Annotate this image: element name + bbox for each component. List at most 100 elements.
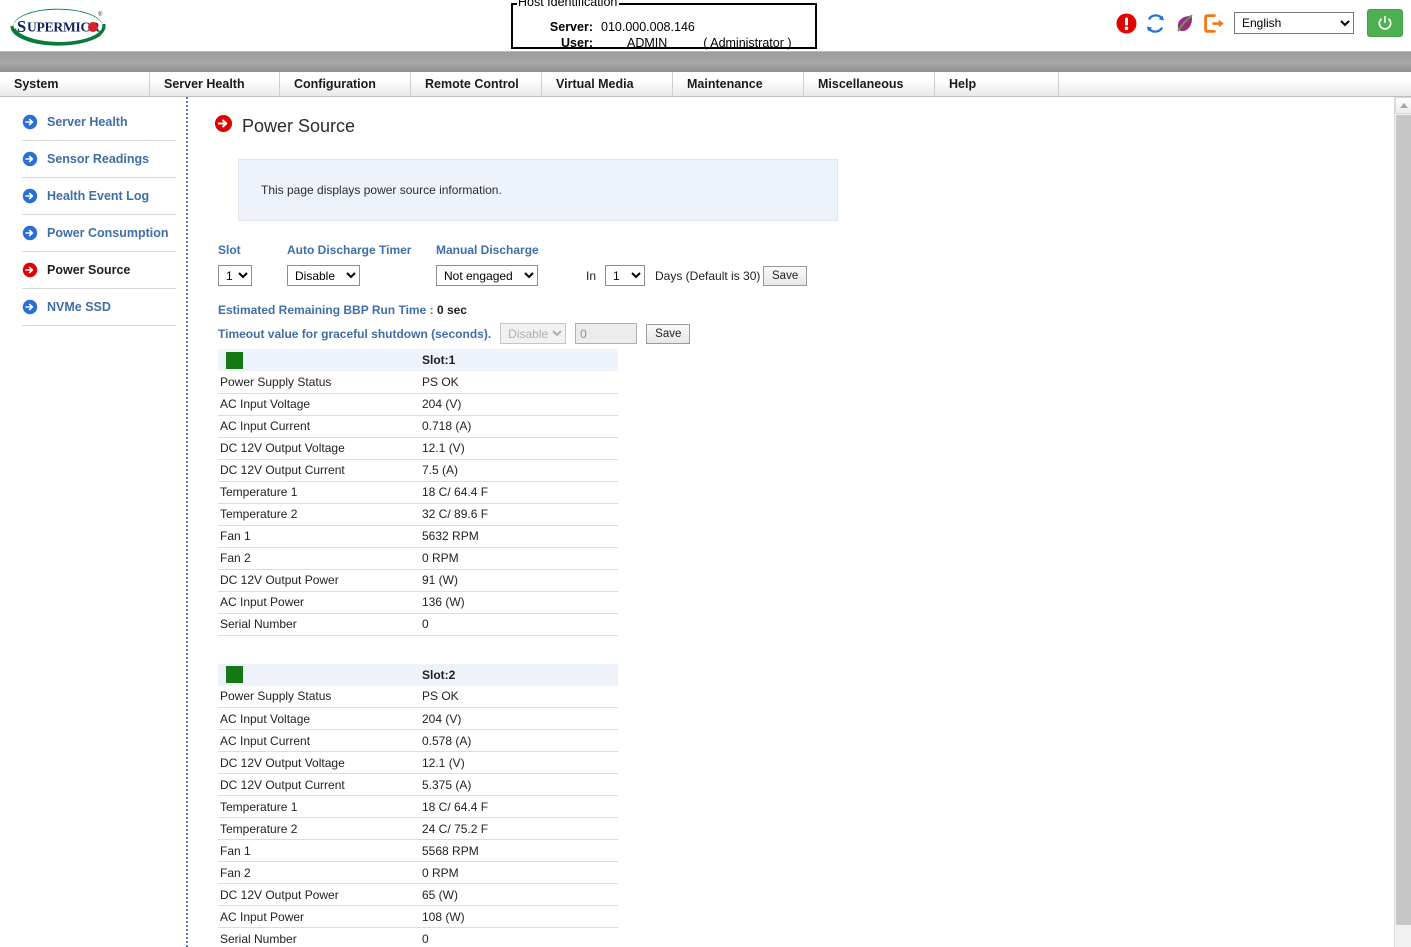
bbp-timeout-value-input[interactable] bbox=[575, 323, 638, 344]
row-value: 65 (W) bbox=[420, 883, 618, 906]
main-menu-bar: System Server Health Configuration Remot… bbox=[0, 72, 1411, 97]
row-value: 0 bbox=[420, 613, 618, 636]
slot-status-cell bbox=[218, 663, 420, 686]
row-key: Fan 2 bbox=[218, 861, 420, 884]
slot-status-cell bbox=[218, 349, 420, 371]
refresh-icon[interactable] bbox=[1144, 12, 1166, 34]
menu-item-maintenance[interactable]: Maintenance bbox=[673, 72, 804, 96]
row-key: Temperature 1 bbox=[218, 795, 420, 818]
row-value: 91 (W) bbox=[420, 569, 618, 592]
menu-item-help[interactable]: Help bbox=[935, 72, 1059, 96]
discharge-save-button[interactable]: Save bbox=[763, 266, 808, 286]
row-value: 0 bbox=[420, 927, 618, 947]
arrow-right-icon bbox=[22, 225, 38, 241]
status-indicator-green bbox=[226, 351, 243, 369]
sidebar-item-label: Health Event Log bbox=[47, 189, 150, 203]
slot-table-header-row: Slot:2 bbox=[218, 663, 618, 686]
menu-item-virtual-media[interactable]: Virtual Media bbox=[542, 72, 673, 96]
days-suffix-label: Days (Default is 30) bbox=[655, 269, 761, 283]
slot-table-header-row: Slot:1 bbox=[218, 349, 618, 371]
table-row: Temperature 2 24 C/ 75.2 F bbox=[218, 817, 618, 840]
table-row: Power Supply Status PS OK bbox=[218, 371, 618, 394]
language-select[interactable]: English bbox=[1234, 12, 1354, 34]
table-row: Fan 1 5632 RPM bbox=[218, 525, 618, 548]
sidebar-item-label: NVMe SSD bbox=[47, 300, 111, 314]
menu-item-configuration[interactable]: Configuration bbox=[280, 72, 411, 96]
menu-label: Virtual Media bbox=[556, 77, 634, 91]
host-server-value: 010.000.008.146 bbox=[601, 20, 695, 34]
sidebar: Server Health Sensor Readings Health Eve… bbox=[0, 97, 188, 947]
scrollbar-thumb[interactable] bbox=[1395, 115, 1411, 925]
slot-title-cell: Slot:1 bbox=[420, 349, 618, 371]
table-row: Serial Number 0 bbox=[218, 613, 618, 636]
supermicro-logo[interactable]: S UPERMICR ® bbox=[8, 3, 113, 48]
alert-exclamation-icon[interactable] bbox=[1115, 12, 1137, 34]
sidebar-item-label: Power Source bbox=[47, 263, 131, 277]
row-key: DC 12V Output Voltage bbox=[218, 751, 420, 774]
content-area: Server Health Sensor Readings Health Eve… bbox=[0, 97, 1411, 947]
days-select[interactable]: 1 bbox=[605, 265, 645, 286]
auto-discharge-timer-label: Auto Discharge Timer bbox=[287, 243, 412, 257]
table-row: AC Input Voltage 204 (V) bbox=[218, 393, 618, 416]
menu-label: Miscellaneous bbox=[818, 77, 904, 91]
sidebar-item-server-health[interactable]: Server Health bbox=[22, 104, 176, 141]
status-indicator-green bbox=[226, 666, 243, 683]
bbp-save-button[interactable]: Save bbox=[646, 323, 691, 344]
host-user-role: ( Administrator ) bbox=[703, 36, 792, 50]
row-key: Temperature 2 bbox=[218, 503, 420, 526]
row-value: PS OK bbox=[420, 371, 618, 394]
row-value: 7.5 (A) bbox=[420, 459, 618, 482]
row-value: 5568 RPM bbox=[420, 839, 618, 862]
menu-bar-filler bbox=[1059, 72, 1411, 96]
row-key: AC Input Power bbox=[218, 591, 420, 614]
power-button[interactable] bbox=[1367, 9, 1403, 37]
row-key: DC 12V Output Voltage bbox=[218, 437, 420, 460]
table-row: DC 12V Output Power 65 (W) bbox=[218, 883, 618, 906]
bbp-section: Estimated Remaining BBP Run Time : 0 sec… bbox=[218, 303, 1378, 349]
scrollbar-up-button[interactable] bbox=[1395, 97, 1411, 114]
menu-item-remote-control[interactable]: Remote Control bbox=[411, 72, 542, 96]
table-row: AC Input Current 0.718 (A) bbox=[218, 415, 618, 438]
bbp-timeout-mode-select[interactable]: Disable bbox=[500, 323, 567, 344]
table-row: DC 12V Output Power 91 (W) bbox=[218, 569, 618, 592]
table-row: Power Supply Status PS OK bbox=[218, 685, 618, 708]
slot-label: Slot bbox=[218, 243, 241, 257]
discharge-controls: Slot Auto Discharge Timer Manual Dischar… bbox=[218, 243, 1378, 295]
sidebar-item-nvme-ssd[interactable]: NVMe SSD bbox=[22, 289, 176, 326]
row-value: 204 (V) bbox=[420, 393, 618, 416]
row-value: 0.578 (A) bbox=[420, 729, 618, 752]
menu-item-miscellaneous[interactable]: Miscellaneous bbox=[804, 72, 935, 96]
host-server-row: Server: 010.000.008.146 bbox=[513, 20, 815, 34]
table-row: Serial Number 0 bbox=[218, 927, 618, 947]
row-key: AC Input Current bbox=[218, 729, 420, 752]
row-key: Temperature 2 bbox=[218, 817, 420, 840]
menu-item-server-health[interactable]: Server Health bbox=[150, 72, 280, 96]
table-row: Fan 20 RPM bbox=[218, 547, 618, 570]
slot-select[interactable]: 1 bbox=[218, 265, 252, 286]
menu-item-system[interactable]: System bbox=[0, 72, 150, 96]
row-key: Temperature 1 bbox=[218, 481, 420, 504]
sidebar-item-power-consumption[interactable]: Power Consumption bbox=[22, 215, 176, 252]
manual-discharge-select[interactable]: Not engaged bbox=[436, 265, 538, 286]
sidebar-item-health-event-log[interactable]: Health Event Log bbox=[22, 178, 176, 215]
sidebar-item-power-source[interactable]: Power Source bbox=[22, 252, 176, 289]
discharge-controls-labels: Slot Auto Discharge Timer Manual Dischar… bbox=[218, 243, 1378, 261]
vertical-scrollbar[interactable] bbox=[1394, 97, 1411, 947]
table-row: DC 12V Output Current 7.5 (A) bbox=[218, 459, 618, 482]
page-header: S UPERMICR ® Host Identification Server:… bbox=[0, 0, 1411, 51]
logout-icon[interactable] bbox=[1202, 12, 1224, 34]
leaf-icon[interactable] bbox=[1173, 12, 1195, 34]
row-value: 12.1 (V) bbox=[420, 437, 618, 460]
bbp-run-time-label: Estimated Remaining BBP Run Time : bbox=[218, 303, 434, 317]
row-key: Power Supply Status bbox=[218, 371, 420, 394]
menu-label: Maintenance bbox=[687, 77, 763, 91]
header-toolbar: English bbox=[1115, 9, 1403, 37]
sidebar-item-sensor-readings[interactable]: Sensor Readings bbox=[22, 141, 176, 178]
row-key: Fan 1 bbox=[218, 839, 420, 862]
host-user-row: User: ADMIN ( Administrator ) bbox=[513, 36, 815, 50]
row-key: DC 12V Output Power bbox=[218, 883, 420, 906]
table-row: Temperature 1 18 C/ 64.4 F bbox=[218, 795, 618, 818]
table-row: AC Input Current 0.578 (A) bbox=[218, 729, 618, 752]
auto-discharge-timer-select[interactable]: Disable bbox=[287, 265, 360, 286]
menu-label: Server Health bbox=[164, 77, 245, 91]
